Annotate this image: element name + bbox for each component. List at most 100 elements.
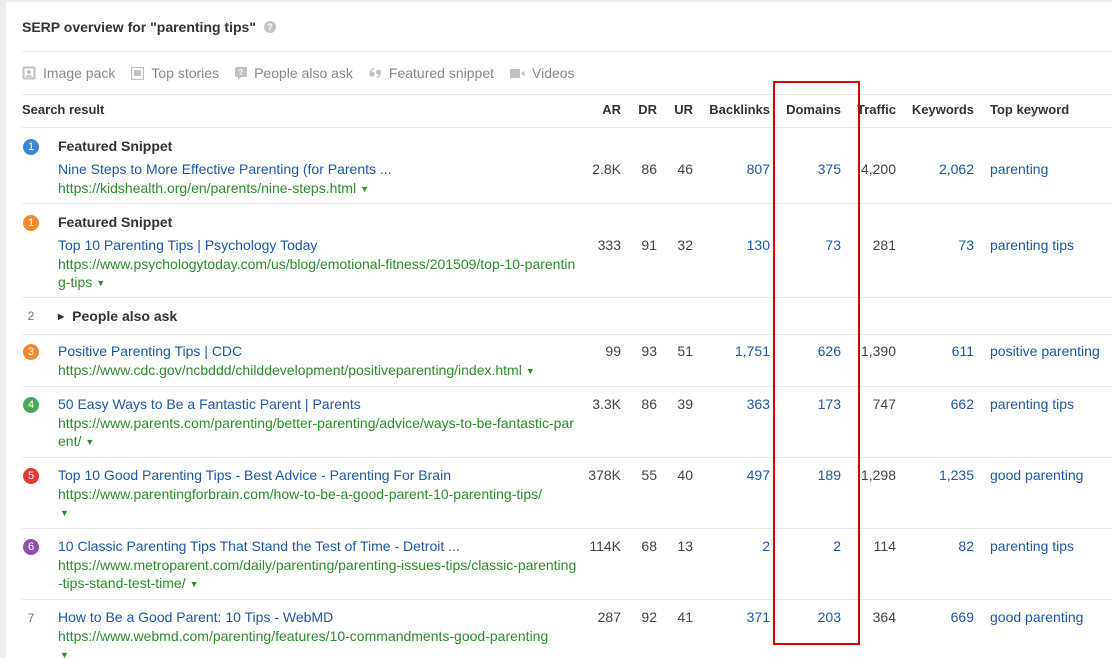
- cell-top-keyword[interactable]: parenting tips: [990, 237, 1074, 253]
- col-ur[interactable]: UR: [674, 102, 693, 117]
- result-title-link[interactable]: How to Be a Good Parent: 10 Tips - WebMD: [58, 609, 333, 625]
- filter-videos[interactable]: Videos: [510, 65, 575, 81]
- cell-ar: 333: [597, 237, 621, 253]
- cell-backlinks[interactable]: 2: [762, 538, 770, 554]
- cell-ur: 46: [677, 161, 693, 177]
- cell-top-keyword[interactable]: parenting: [990, 161, 1048, 177]
- caret-down-icon[interactable]: ▼: [526, 362, 535, 380]
- result-url-text[interactable]: https://www.parentingforbrain.com/how-to…: [58, 486, 542, 502]
- page-title: SERP overview for "parenting tips" ?: [22, 19, 276, 35]
- col-ar[interactable]: AR: [602, 102, 621, 117]
- result-url[interactable]: https://www.psychologytoday.com/us/blog/…: [58, 255, 578, 292]
- result-url-text[interactable]: https://www.psychologytoday.com/us/blog/…: [58, 256, 575, 290]
- cell-dr: 86: [641, 161, 657, 177]
- result-title-link[interactable]: Nine Steps to More Effective Parenting (…: [58, 161, 392, 177]
- cell-dr: 55: [641, 467, 657, 483]
- cell-top-keyword[interactable]: parenting tips: [990, 396, 1074, 412]
- result-url-text[interactable]: https://www.parents.com/parenting/better…: [58, 415, 574, 449]
- cell-traffic: 4,200: [860, 161, 896, 177]
- rank-number: 7: [27, 611, 35, 625]
- cell-domains[interactable]: 173: [818, 396, 841, 412]
- people-also-ask-label[interactable]: People also ask: [72, 308, 177, 324]
- result-title-link[interactable]: Positive Parenting Tips | CDC: [58, 343, 242, 359]
- cell-domains[interactable]: 626: [818, 343, 841, 359]
- col-top-keyword[interactable]: Top keyword: [990, 102, 1069, 117]
- cell-domains[interactable]: 375: [818, 161, 841, 177]
- caret-down-icon[interactable]: ▼: [60, 504, 69, 522]
- featured-snippet-icon: [369, 68, 382, 78]
- result-title-link[interactable]: 10 Classic Parenting Tips That Stand the…: [58, 538, 460, 554]
- divider: [22, 386, 1112, 387]
- cell-keywords[interactable]: 1,235: [939, 467, 974, 483]
- result-url[interactable]: https://www.metroparent.com/daily/parent…: [58, 556, 578, 593]
- cell-top-keyword[interactable]: parenting tips: [990, 538, 1074, 554]
- cell-domains[interactable]: 203: [818, 609, 841, 625]
- cell-domains[interactable]: 189: [818, 467, 841, 483]
- cell-backlinks[interactable]: 363: [747, 396, 770, 412]
- divider: [22, 599, 1112, 600]
- result-title-link[interactable]: Top 10 Good Parenting Tips - Best Advice…: [58, 467, 451, 483]
- cell-backlinks[interactable]: 1,751: [735, 343, 770, 359]
- cell-top-keyword[interactable]: positive parenting: [990, 343, 1100, 359]
- featured-snippet-label: Featured Snippet: [58, 214, 173, 230]
- filter-top-stories[interactable]: Top stories: [131, 65, 219, 81]
- expand-triangle-icon[interactable]: ▶: [58, 312, 64, 321]
- cell-backlinks[interactable]: 130: [747, 237, 770, 253]
- cell-domains[interactable]: 2: [833, 538, 841, 554]
- result-url[interactable]: https://www.parentingforbrain.com/how-to…: [58, 485, 568, 522]
- col-search-result[interactable]: Search result: [22, 102, 104, 117]
- result-title-link[interactable]: Top 10 Parenting Tips | Psychology Today: [58, 237, 317, 253]
- col-dr[interactable]: DR: [638, 102, 657, 117]
- filter-label: Videos: [532, 65, 575, 81]
- cell-backlinks[interactable]: 497: [747, 467, 770, 483]
- people-also-ask-toggle[interactable]: ▶ People also ask: [58, 308, 177, 324]
- cell-keywords[interactable]: 73: [958, 237, 974, 253]
- col-keywords[interactable]: Keywords: [912, 102, 974, 117]
- col-traffic[interactable]: Traffic: [857, 102, 896, 117]
- cell-ur: 51: [677, 343, 693, 359]
- result-url-text[interactable]: https://www.metroparent.com/daily/parent…: [58, 557, 576, 591]
- result-url[interactable]: https://www.parents.com/parenting/better…: [58, 414, 578, 451]
- cell-backlinks[interactable]: 371: [747, 609, 770, 625]
- cell-top-keyword[interactable]: good parenting: [990, 609, 1083, 625]
- cell-ar: 3.3K: [592, 396, 621, 412]
- col-domains[interactable]: Domains: [786, 102, 841, 117]
- cell-keywords[interactable]: 2,062: [939, 161, 974, 177]
- cell-ar: 99: [605, 343, 621, 359]
- result-title-link[interactable]: 50 Easy Ways to Be a Fantastic Parent | …: [58, 396, 361, 412]
- result-url[interactable]: https://www.webmd.com/parenting/features…: [58, 627, 573, 658]
- cell-keywords[interactable]: 662: [951, 396, 974, 412]
- result-url[interactable]: https://www.cdc.gov/ncbddd/childdevelopm…: [58, 361, 578, 380]
- caret-down-icon[interactable]: ▼: [96, 274, 105, 292]
- featured-snippet-label: Featured Snippet: [58, 138, 173, 154]
- cell-keywords[interactable]: 669: [951, 609, 974, 625]
- filter-featured-snippet[interactable]: Featured snippet: [369, 65, 494, 81]
- result-url-text[interactable]: https://kidshealth.org/en/parents/nine-s…: [58, 180, 356, 196]
- caret-down-icon[interactable]: ▼: [60, 646, 69, 658]
- cell-keywords[interactable]: 82: [958, 538, 974, 554]
- filter-people-also-ask[interactable]: ? People also ask: [235, 65, 353, 81]
- filter-label: People also ask: [254, 65, 353, 81]
- cell-traffic: 1,298: [860, 467, 896, 483]
- rank-badge: 1: [23, 215, 39, 231]
- videos-icon: [510, 68, 525, 79]
- caret-down-icon[interactable]: ▼: [190, 575, 199, 593]
- cell-keywords[interactable]: 611: [952, 343, 974, 359]
- result-url-text[interactable]: https://www.cdc.gov/ncbddd/childdevelopm…: [58, 362, 522, 378]
- col-backlinks[interactable]: Backlinks: [709, 102, 770, 117]
- cell-top-keyword[interactable]: good parenting: [990, 467, 1083, 483]
- cell-ar: 2.8K: [592, 161, 621, 177]
- help-icon[interactable]: ?: [263, 21, 276, 33]
- cell-backlinks[interactable]: 807: [747, 161, 770, 177]
- serp-overview-panel: SERP overview for "parenting tips" ? Ima…: [6, 2, 1112, 658]
- result-url[interactable]: https://kidshealth.org/en/parents/nine-s…: [58, 179, 578, 198]
- caret-down-icon[interactable]: ▼: [85, 433, 94, 451]
- divider: [22, 51, 1112, 52]
- cell-ar: 378K: [588, 467, 621, 483]
- cell-dr: 92: [641, 609, 657, 625]
- caret-down-icon[interactable]: ▼: [360, 180, 369, 198]
- result-url-text[interactable]: https://www.webmd.com/parenting/features…: [58, 628, 548, 644]
- filter-image-pack[interactable]: Image pack: [22, 65, 115, 81]
- divider: [22, 334, 1112, 335]
- cell-domains[interactable]: 73: [825, 237, 841, 253]
